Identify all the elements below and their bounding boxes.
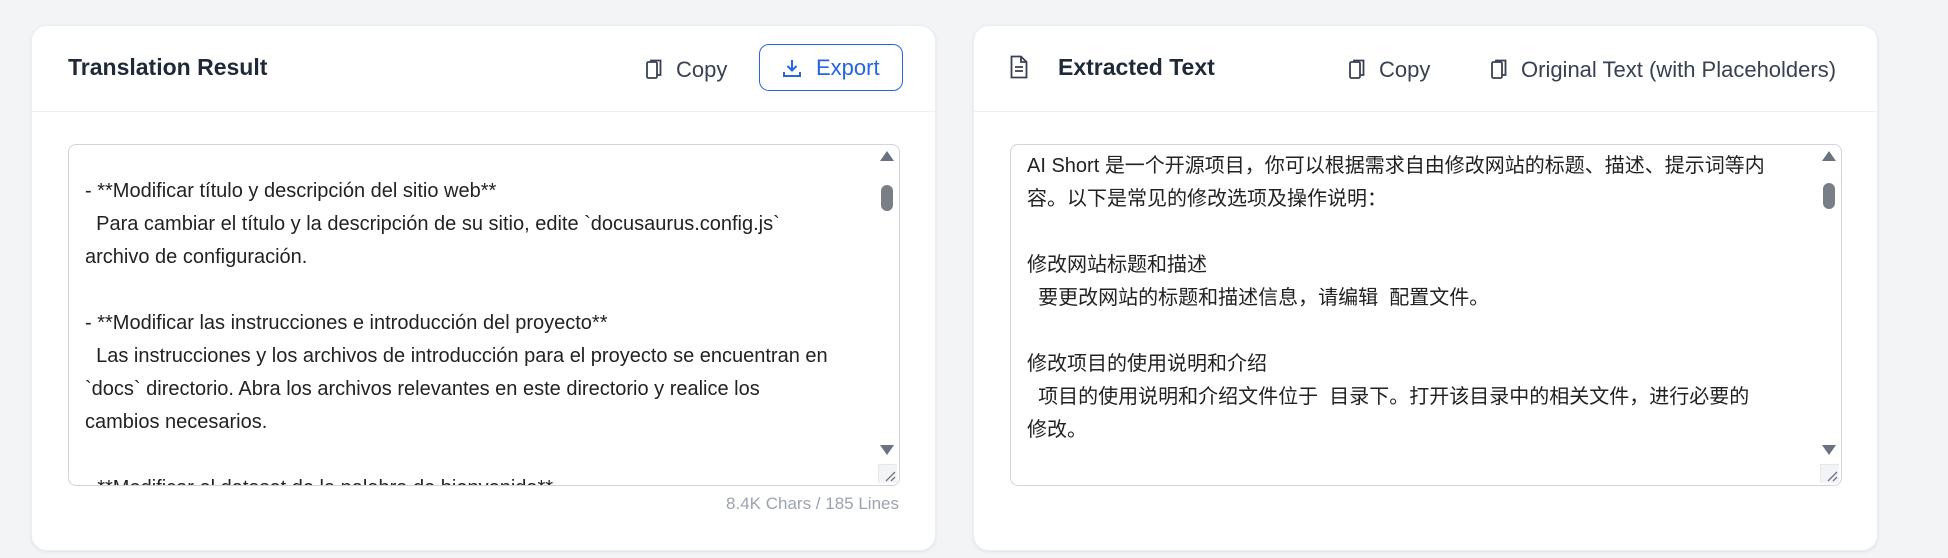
- export-label: Export: [816, 54, 880, 80]
- translation-copy-button[interactable]: Copy: [646, 57, 727, 83]
- text-line: 修改主页提示词: [1027, 479, 1167, 485]
- extracted-text-title: Extracted Text: [1058, 54, 1215, 80]
- scroll-down-arrow-icon[interactable]: [880, 445, 894, 455]
- resize-handle-icon[interactable]: [878, 464, 897, 483]
- translation-result-panel: Translation Result Copy Export - **Modif…: [31, 25, 936, 551]
- text-line: Para cambiar el título y la descripción …: [85, 213, 780, 235]
- extracted-textarea[interactable]: AI Short 是一个开源项目，你可以根据需求自由修改网站的标题、描述、提示词…: [1010, 144, 1842, 486]
- scroll-down-arrow-icon[interactable]: [1822, 445, 1836, 455]
- export-button[interactable]: Export: [759, 44, 903, 91]
- translation-result-title: Translation Result: [68, 54, 268, 80]
- extracted-copy-label: Copy: [1379, 57, 1431, 82]
- text-line: 容。以下是常见的修改选项及操作说明：: [1027, 188, 1387, 210]
- text-line: - **Modificar las instrucciones e introd…: [85, 312, 608, 334]
- copy-icon: [1349, 59, 1365, 79]
- text-line: `docs` directorio. Abra los archivos rel…: [85, 378, 760, 400]
- text-line: - **Modificar título y descripción del s…: [85, 180, 497, 202]
- translation-copy-label: Copy: [676, 57, 728, 82]
- scroll-thumb[interactable]: [881, 185, 893, 211]
- copy-icon: [1491, 59, 1507, 79]
- text-line: AI Short 是一个开源项目，你可以根据需求自由修改网站的标题、描述、提示词…: [1027, 155, 1765, 177]
- original-text-button[interactable]: Original Text (with Placeholders): [1491, 57, 1836, 83]
- download-icon: [783, 59, 801, 77]
- scroll-thumb[interactable]: [1823, 183, 1835, 209]
- scroll-up-arrow-icon[interactable]: [880, 151, 894, 161]
- extracted-text-header: Extracted Text Copy Original Text (with …: [974, 26, 1877, 112]
- extracted-scrollbar[interactable]: [1817, 145, 1841, 485]
- copy-icon: [646, 59, 662, 79]
- text-line: archivo de configuración.: [85, 246, 308, 268]
- translation-scrollbar[interactable]: [875, 145, 899, 485]
- text-line: 项目的使用说明和介绍文件位于 目录下。打开该目录中的相关文件，进行必要的: [1027, 386, 1750, 408]
- text-line: cambios necesarios.: [85, 411, 268, 433]
- extracted-text-panel: Extracted Text Copy Original Text (with …: [973, 25, 1878, 551]
- text-line: 要更改网站的标题和描述信息，请编辑 配置文件。: [1027, 287, 1490, 309]
- char-line-stats: 8.4K Chars / 185 Lines: [726, 494, 899, 513]
- resize-handle-icon[interactable]: [1820, 464, 1839, 483]
- scroll-up-arrow-icon[interactable]: [1822, 151, 1836, 161]
- original-text-label: Original Text (with Placeholders): [1521, 57, 1837, 82]
- translation-textarea[interactable]: - **Modificar título y descripción del s…: [68, 144, 900, 486]
- text-line: 修改网站标题和描述: [1027, 254, 1207, 276]
- text-line: 修改项目的使用说明和介绍: [1027, 353, 1267, 375]
- text-line: Las instrucciones y los archivos de intr…: [85, 345, 828, 367]
- text-line: 修改。: [1027, 419, 1087, 441]
- document-icon: [1010, 55, 1028, 79]
- text-line: - **Modificar el dataset de la palabra d…: [85, 477, 553, 485]
- translation-result-header: Translation Result Copy Export: [32, 26, 935, 112]
- extracted-copy-button[interactable]: Copy: [1349, 57, 1430, 83]
